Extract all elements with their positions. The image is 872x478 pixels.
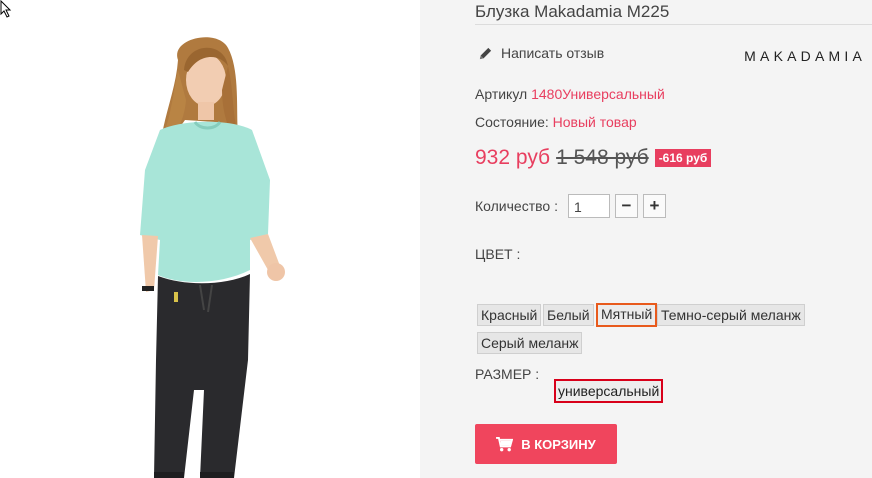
quantity-input[interactable]: 1 [567, 194, 610, 218]
title-divider [475, 24, 872, 25]
product-details: Блузка Makadamia M225 Написать отзыв MAK… [420, 0, 872, 478]
color-option-mint[interactable]: Мятный [596, 303, 658, 327]
color-option-grey-melange[interactable]: Серый меланж [477, 332, 583, 354]
sku-label: Артикул [475, 86, 528, 102]
old-price: 1 548 руб [556, 146, 649, 169]
product-photo [140, 37, 285, 478]
size-option-universal[interactable]: универсальный [554, 379, 664, 403]
color-option-white[interactable]: Белый [543, 304, 594, 326]
current-price: 932 руб [475, 146, 551, 169]
shopping-cart-icon [496, 436, 514, 451]
write-review-link[interactable]: Написать отзыв [478, 45, 604, 61]
price-row: 932 руб 1 548 руб -616 руб [475, 146, 712, 170]
product-title: Блузка Makadamia M225 [475, 2, 670, 21]
write-review-label[interactable]: Написать отзыв [501, 45, 604, 61]
color-label: ЦВЕТ : [475, 246, 521, 262]
product-image[interactable] [0, 0, 420, 478]
add-to-cart-button[interactable]: В КОРЗИНУ [475, 424, 617, 464]
brand-logo[interactable]: MAKADAMIA [744, 48, 866, 64]
quantity-row: Количество : 1 − + [475, 194, 666, 218]
add-to-cart-label[interactable]: В КОРЗИНУ [521, 437, 596, 452]
size-label: РАЗМЕР : [475, 366, 540, 382]
discount-badge: -616 руб [654, 149, 712, 167]
quantity-plus-button[interactable]: + [642, 194, 666, 218]
condition-label: Состояние: [475, 114, 549, 130]
color-option-red[interactable]: Красный [477, 304, 542, 326]
quantity-minus-button[interactable]: − [614, 194, 638, 218]
condition-row: Состояние: Новый товар [475, 114, 637, 130]
condition-value: Новый товар [552, 114, 637, 130]
sku-row: Артикул 1480Универсальный [475, 86, 665, 102]
color-option-dark-grey-melange[interactable]: Темно-серый меланж [657, 304, 805, 326]
sku-value: 1480Универсальный [531, 86, 665, 102]
quantity-label: Количество : [475, 198, 558, 214]
pencil-icon [479, 47, 492, 59]
cursor-icon [0, 0, 12, 18]
